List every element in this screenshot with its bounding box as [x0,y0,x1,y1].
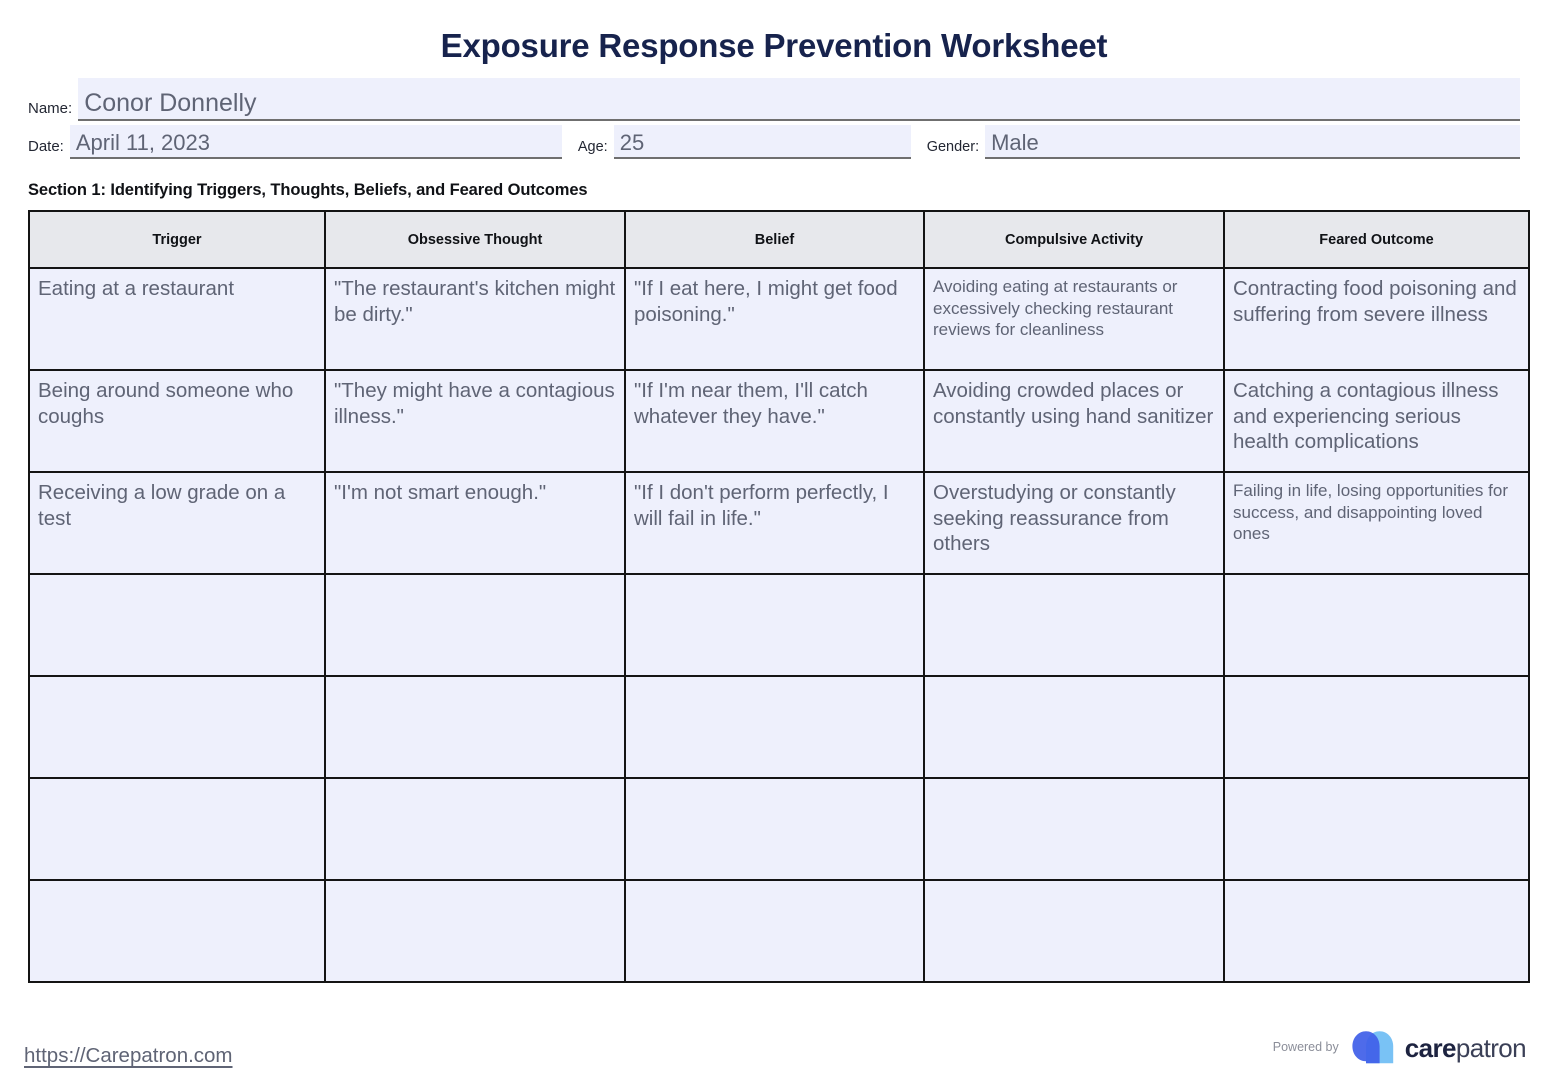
column-header-belief: Belief [624,210,925,270]
cell-belief[interactable] [624,675,925,780]
carepatron-wordmark: carepatron [1404,1033,1527,1063]
name-field-row: Name: Conor Donnelly [28,78,1520,122]
cell-compulsive-activity[interactable]: Overstudying or constantly seeking reass… [923,471,1225,576]
name-label: Name: [28,100,73,118]
patient-identification-block: Name: Conor Donnelly Date: April 11, 202… [28,78,1520,160]
worksheet-page: Exposure Response Prevention Worksheet N… [0,0,1548,1084]
cell-feared-outcome[interactable]: Catching a contagious illness and experi… [1223,369,1530,474]
cell-feared-outcome[interactable] [1223,573,1530,678]
page-title: Exposure Response Prevention Worksheet [440,27,1108,64]
column-header-obsessive-thought: Obsessive Thought [324,210,626,270]
cell-belief[interactable] [624,879,925,984]
cell-trigger[interactable]: Receiving a low grade on a test [28,471,326,576]
column-header-feared-outcome: Feared Outcome [1223,210,1530,270]
triggers-table: Trigger Obsessive Thought Belief Compuls… [28,210,1530,984]
cell-compulsive-activity[interactable] [923,879,1225,984]
cell-trigger[interactable]: Being around someone who coughs [28,369,326,474]
date-age-gender-row: Date: April 11, 2023 Age: 25 Gender: Mal… [28,125,1520,160]
table-row [28,573,1530,678]
gender-input[interactable]: Male [985,125,1520,160]
age-input[interactable]: 25 [613,125,911,160]
table-row: Eating at a restaurant "The restaurant's… [28,267,1530,372]
table-head: Trigger Obsessive Thought Belief Compuls… [28,210,1530,270]
cell-feared-outcome[interactable] [1223,879,1530,984]
date-label: Date: [28,138,64,156]
carepatron-logo: carepatron [1352,1030,1527,1066]
table-row [28,675,1530,780]
section-1-table-wrapper: Trigger Obsessive Thought Belief Compuls… [28,210,1530,984]
cell-compulsive-activity[interactable] [923,675,1225,780]
name-value: Conor Donnelly [84,89,257,118]
cell-belief[interactable]: "If I eat here, I might get food poisoni… [624,267,925,372]
powered-by-label: Powered by [1272,1039,1339,1054]
cell-compulsive-activity[interactable]: Avoiding crowded places or constantly us… [923,369,1225,474]
table-body: Eating at a restaurant "The restaurant's… [28,267,1530,984]
cell-obsessive-thought[interactable]: "I'm not smart enough." [324,471,626,576]
cell-compulsive-activity[interactable]: Avoiding eating at restaurants or excess… [923,267,1225,372]
cell-feared-outcome[interactable] [1223,675,1530,780]
cell-belief[interactable] [624,573,925,678]
brand-lockup: Powered by carepatron [1272,1030,1527,1066]
cell-trigger[interactable] [28,777,326,882]
cell-compulsive-activity[interactable] [923,573,1225,678]
cell-belief[interactable] [624,777,925,882]
age-value: 25 [619,129,645,155]
cell-obsessive-thought[interactable] [324,675,626,780]
age-label: Age: [577,138,608,155]
cell-obsessive-thought[interactable]: "The restaurant's kitchen might be dirty… [324,267,626,372]
date-input[interactable]: April 11, 2023 [69,125,562,160]
wordmark-patron: patron [1455,1033,1527,1063]
cell-feared-outcome[interactable] [1223,777,1530,882]
cell-feared-outcome[interactable]: Failing in life, losing opportunities fo… [1223,471,1530,576]
cell-obsessive-thought[interactable]: "They might have a contagious illness." [324,369,626,474]
date-value: April 11, 2023 [75,129,210,155]
cell-trigger[interactable] [28,879,326,984]
cell-obsessive-thought[interactable] [324,573,626,678]
cell-belief[interactable]: "If I'm near them, I'll catch whatever t… [624,369,925,474]
cell-obsessive-thought[interactable] [324,879,626,984]
cell-trigger[interactable]: Eating at a restaurant [28,267,326,372]
table-row [28,777,1530,882]
cell-trigger[interactable] [28,573,326,678]
name-input[interactable]: Conor Donnelly [78,78,1520,122]
carepatron-url-link[interactable]: https://Carepatron.com [24,1044,233,1068]
table-row [28,879,1530,984]
cell-obsessive-thought[interactable] [324,777,626,882]
section-1-heading: Section 1: Identifying Triggers, Thought… [28,181,588,200]
cell-feared-outcome[interactable]: Contracting food poisoning and suffering… [1223,267,1530,372]
table-header-row: Trigger Obsessive Thought Belief Compuls… [28,210,1530,270]
carepatron-logo-mark-icon [1352,1030,1398,1066]
cell-compulsive-activity[interactable] [923,777,1225,882]
column-header-compulsive-activity: Compulsive Activity [923,210,1225,270]
gender-label: Gender: [926,138,980,155]
table-row: Being around someone who coughs "They mi… [28,369,1530,474]
cell-trigger[interactable] [28,675,326,780]
page-footer: https://Carepatron.com Powered by carepa… [0,1010,1548,1084]
cell-belief[interactable]: "If I don't perform perfectly, I will fa… [624,471,925,576]
table-row: Receiving a low grade on a test "I'm not… [28,471,1530,576]
gender-value: Male [991,129,1039,155]
column-header-trigger: Trigger [28,210,326,270]
wordmark-care: care [1404,1033,1457,1063]
